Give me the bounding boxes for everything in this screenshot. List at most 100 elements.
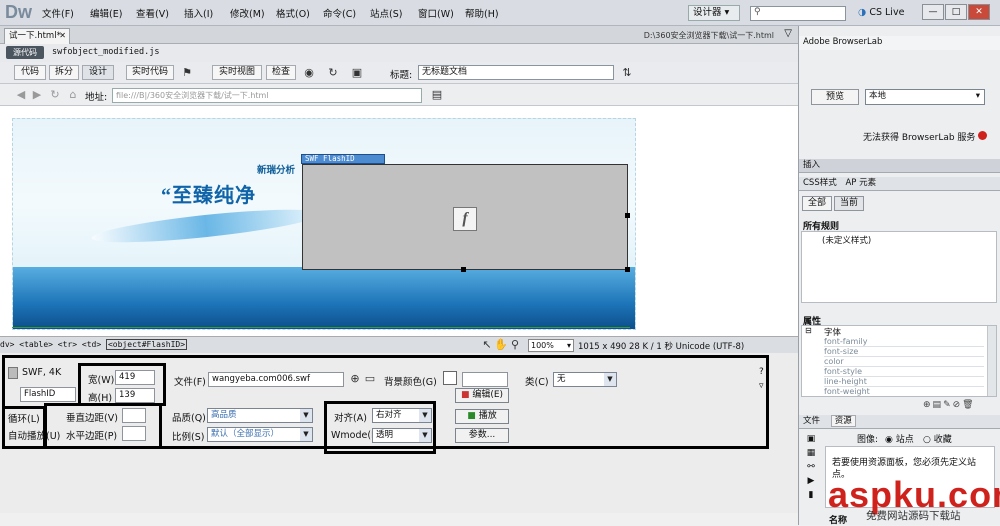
resize-handle-right[interactable]: [625, 213, 630, 218]
wmode-select[interactable]: 透明 ▼: [372, 428, 432, 443]
refresh-icon[interactable]: ↻: [326, 66, 340, 80]
menu-edit[interactable]: 编辑(E): [90, 6, 122, 20]
minimize-button[interactable]: —: [922, 4, 944, 20]
tab-ap-elements[interactable]: AP 元素: [845, 178, 876, 188]
width-input[interactable]: 419: [115, 370, 155, 385]
site-radio[interactable]: ◉ 站点: [885, 432, 914, 445]
scripts-icon[interactable]: ▮: [801, 490, 821, 504]
play-button[interactable]: ■ 播放: [455, 409, 509, 424]
workspace-switcher[interactable]: 设计器 ▾: [688, 5, 740, 21]
back-icon[interactable]: ◀: [14, 88, 28, 102]
expand-icon[interactable]: ▿: [759, 381, 764, 391]
edit-button[interactable]: ■ 编辑(E): [455, 388, 509, 403]
live-code-button[interactable]: 实时代码: [126, 65, 174, 80]
prop-font-style[interactable]: font-style: [824, 367, 984, 377]
check-browser-icon[interactable]: ⚑: [180, 66, 194, 80]
urls-icon[interactable]: ⚯: [801, 462, 821, 476]
globe-icon[interactable]: ◉: [302, 66, 316, 80]
tag-selected[interactable]: <object#FlashID>: [105, 339, 188, 350]
flash-object-tag[interactable]: SWF FlashID: [301, 154, 385, 164]
hspace-input[interactable]: [122, 426, 146, 441]
align-select[interactable]: 右对齐 ▼: [372, 408, 432, 423]
prop-line-height[interactable]: line-height: [824, 377, 984, 387]
prop-color[interactable]: color: [824, 357, 984, 367]
attach-style-icon[interactable]: ⊕: [923, 400, 933, 410]
prop-font-family[interactable]: font-family: [824, 337, 984, 347]
flash-object[interactable]: f: [302, 164, 630, 272]
menu-format[interactable]: 格式(O): [276, 6, 310, 20]
menu-modify[interactable]: 修改(M): [230, 6, 265, 20]
favorites-radio[interactable]: ○ 收藏: [923, 432, 952, 445]
rule-item[interactable]: (未定义样式): [822, 234, 871, 246]
preview-button[interactable]: 预览: [811, 89, 859, 105]
media-icon[interactable]: ▶: [801, 476, 821, 490]
home-icon[interactable]: ⌂: [66, 88, 80, 102]
tag-path-parents[interactable]: dv> <table> <tr> <td>: [0, 340, 101, 349]
close-button[interactable]: ✕: [968, 4, 990, 20]
close-icon[interactable]: ✕: [59, 29, 66, 43]
prop-font-size[interactable]: font-size: [824, 347, 984, 357]
new-rule-icon[interactable]: ▤: [933, 400, 944, 410]
tab-all[interactable]: 全部: [802, 196, 832, 211]
tab-files[interactable]: 文件: [803, 416, 820, 426]
delete-rule-icon[interactable]: 🗑: [962, 400, 975, 410]
edit-rule-icon[interactable]: ✎: [943, 400, 953, 410]
filter-icon[interactable]: ▽: [784, 28, 792, 39]
rules-list[interactable]: (未定义样式): [801, 231, 997, 303]
object-id-input[interactable]: FlashID: [20, 387, 76, 402]
scale-select[interactable]: 默认（全部显示） ▼: [207, 427, 313, 442]
cs-live-button[interactable]: ◑ CS Live: [858, 7, 904, 18]
prop-font-weight[interactable]: font-weight: [824, 387, 984, 396]
help-icon[interactable]: ?: [759, 367, 764, 377]
select-tool-icon[interactable]: ↖: [480, 338, 494, 352]
menu-site[interactable]: 站点(S): [370, 6, 402, 20]
file-management-icon[interactable]: ⇅: [620, 66, 634, 80]
colors-icon[interactable]: ▦: [801, 448, 821, 462]
options-icon[interactable]: ▤: [430, 88, 444, 102]
menu-insert[interactable]: 插入(I): [184, 6, 213, 20]
zoom-select[interactable]: 100% ▾: [528, 339, 574, 352]
insert-panel-header[interactable]: 插入: [799, 159, 1000, 173]
design-canvas[interactable]: 新瑞分析 “至臻纯净 SWF FlashID f: [0, 106, 798, 336]
loop-label[interactable]: 循环(L): [8, 411, 40, 425]
menu-help[interactable]: 帮助(H): [465, 6, 499, 20]
forward-icon[interactable]: ▶: [30, 88, 44, 102]
related-file[interactable]: swfobject_modified.js: [52, 47, 159, 57]
live-view-button[interactable]: 实时视图: [212, 65, 262, 80]
quality-select[interactable]: 高品质 ▼: [207, 408, 313, 423]
tab-css-styles[interactable]: CSS样式: [803, 178, 837, 188]
hand-tool-icon[interactable]: ✋: [494, 338, 508, 352]
point-to-file-icon[interactable]: ⊕: [348, 372, 362, 386]
resize-handle-corner[interactable]: [625, 267, 630, 272]
vspace-input[interactable]: [122, 408, 146, 423]
code-view-button[interactable]: 代码: [14, 65, 46, 80]
design-view-button[interactable]: 设计: [82, 65, 114, 80]
attributes-scrollbar[interactable]: [987, 326, 996, 396]
color-swatch[interactable]: [443, 371, 457, 385]
document-tab[interactable]: 试一下.html* ✕: [4, 28, 70, 44]
source-code-button[interactable]: 源代码: [6, 46, 44, 59]
tab-current[interactable]: 当前: [834, 196, 864, 211]
images-icon[interactable]: ▣: [801, 434, 821, 448]
attributes-list[interactable]: ⊟ 字体 font-family font-size color font-st…: [801, 325, 997, 397]
bgcolor-input[interactable]: [462, 372, 508, 387]
inspect-button[interactable]: 检查: [266, 65, 296, 80]
resize-handle-bottom[interactable]: [461, 267, 466, 272]
local-select[interactable]: 本地 ▾: [865, 89, 985, 105]
menu-window[interactable]: 窗口(W): [418, 6, 454, 20]
zoom-tool-icon[interactable]: ⚲: [508, 338, 522, 352]
menu-command[interactable]: 命令(C): [323, 6, 356, 20]
split-view-button[interactable]: 拆分: [49, 65, 79, 80]
search-input[interactable]: ⚲: [750, 6, 846, 21]
address-input[interactable]: file:///B|/360安全浏览器下载/试一下.html: [112, 88, 422, 103]
file-input[interactable]: wangyeba.com006.swf: [208, 372, 344, 387]
class-select[interactable]: 无 ▼: [553, 372, 617, 387]
document-title-input[interactable]: 无标题文档: [418, 65, 614, 80]
reload-icon[interactable]: ↻: [48, 88, 62, 102]
maximize-button[interactable]: □: [945, 4, 967, 20]
disable-rule-icon[interactable]: ⊘: [953, 400, 963, 410]
browserlab-header[interactable]: Adobe BrowserLab: [799, 36, 1000, 50]
height-input[interactable]: 139: [115, 388, 155, 403]
tab-assets[interactable]: 资源: [830, 415, 856, 427]
menu-view[interactable]: 查看(V): [136, 6, 169, 20]
